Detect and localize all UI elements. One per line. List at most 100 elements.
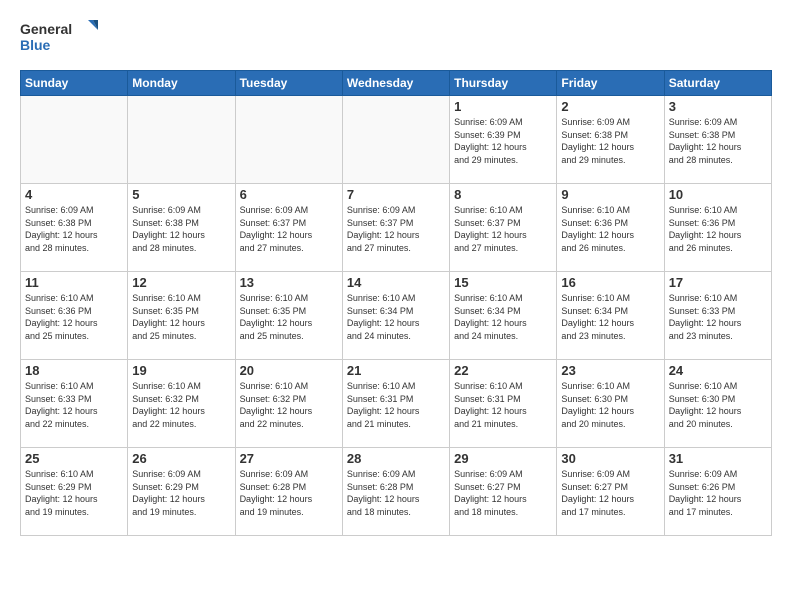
calendar-cell: 4 Sunrise: 6:09 AM Sunset: 6:38 PM Daylig… [21, 184, 128, 272]
calendar-week-row: 4 Sunrise: 6:09 AM Sunset: 6:38 PM Daylig… [21, 184, 772, 272]
calendar-week-row: 25 Sunrise: 6:10 AM Sunset: 6:29 PM Dayli… [21, 448, 772, 536]
calendar-cell: 24Sunrise: 6:10 AM Sunset: 6:30 PM Dayli… [664, 360, 771, 448]
calendar-cell [342, 96, 449, 184]
calendar-cell: 2Sunrise: 6:09 AM Sunset: 6:38 PM Daylig… [557, 96, 664, 184]
day-number: 11 [25, 275, 123, 290]
weekday-header: Monday [128, 71, 235, 96]
day-number: 4 [25, 187, 123, 202]
day-info: Sunrise: 6:10 AM Sunset: 6:31 PM Dayligh… [454, 380, 552, 430]
calendar-cell: 3Sunrise: 6:09 AM Sunset: 6:38 PM Daylig… [664, 96, 771, 184]
day-info: Sunrise: 6:10 AM Sunset: 6:33 PM Dayligh… [25, 380, 123, 430]
day-info: Sunrise: 6:10 AM Sunset: 6:33 PM Dayligh… [669, 292, 767, 342]
calendar-cell: 23 Sunrise: 6:10 AM Sunset: 6:30 PM Dayli… [557, 360, 664, 448]
day-number: 25 [25, 451, 123, 466]
day-number: 23 [561, 363, 659, 378]
day-number: 15 [454, 275, 552, 290]
day-number: 20 [240, 363, 338, 378]
weekday-header: Wednesday [342, 71, 449, 96]
calendar-cell: 9 Sunrise: 6:10 AM Sunset: 6:36 PM Daylig… [557, 184, 664, 272]
day-info: Sunrise: 6:09 AM Sunset: 6:26 PM Dayligh… [669, 468, 767, 518]
day-info: Sunrise: 6:09 AM Sunset: 6:37 PM Dayligh… [347, 204, 445, 254]
day-info: Sunrise: 6:10 AM Sunset: 6:34 PM Dayligh… [561, 292, 659, 342]
calendar-cell: 16 Sunrise: 6:10 AM Sunset: 6:34 PM Dayli… [557, 272, 664, 360]
calendar-cell: 18 Sunrise: 6:10 AM Sunset: 6:33 PM Dayli… [21, 360, 128, 448]
day-info: Sunrise: 6:10 AM Sunset: 6:35 PM Dayligh… [132, 292, 230, 342]
day-info: Sunrise: 6:10 AM Sunset: 6:32 PM Dayligh… [240, 380, 338, 430]
weekday-header: Thursday [450, 71, 557, 96]
weekday-header: Tuesday [235, 71, 342, 96]
calendar-cell: 11 Sunrise: 6:10 AM Sunset: 6:36 PM Dayli… [21, 272, 128, 360]
day-number: 16 [561, 275, 659, 290]
day-info: Sunrise: 6:10 AM Sunset: 6:34 PM Dayligh… [347, 292, 445, 342]
weekday-header: Saturday [664, 71, 771, 96]
day-info: Sunrise: 6:10 AM Sunset: 6:36 PM Dayligh… [25, 292, 123, 342]
day-number: 7 [347, 187, 445, 202]
calendar-cell: 20 Sunrise: 6:10 AM Sunset: 6:32 PM Dayli… [235, 360, 342, 448]
day-number: 13 [240, 275, 338, 290]
day-info: Sunrise: 6:10 AM Sunset: 6:30 PM Dayligh… [669, 380, 767, 430]
calendar-cell: 27Sunrise: 6:09 AM Sunset: 6:28 PM Dayli… [235, 448, 342, 536]
day-number: 21 [347, 363, 445, 378]
calendar-cell: 29Sunrise: 6:09 AM Sunset: 6:27 PM Dayli… [450, 448, 557, 536]
day-info: Sunrise: 6:10 AM Sunset: 6:31 PM Dayligh… [347, 380, 445, 430]
day-info: Sunrise: 6:09 AM Sunset: 6:39 PM Dayligh… [454, 116, 552, 166]
calendar-cell: 31 Sunrise: 6:09 AM Sunset: 6:26 PM Dayli… [664, 448, 771, 536]
day-number: 9 [561, 187, 659, 202]
day-info: Sunrise: 6:10 AM Sunset: 6:30 PM Dayligh… [561, 380, 659, 430]
day-number: 26 [132, 451, 230, 466]
day-info: Sunrise: 6:09 AM Sunset: 6:38 PM Dayligh… [25, 204, 123, 254]
day-info: Sunrise: 6:09 AM Sunset: 6:38 PM Dayligh… [132, 204, 230, 254]
calendar-cell: 17 Sunrise: 6:10 AM Sunset: 6:33 PM Dayli… [664, 272, 771, 360]
day-info: Sunrise: 6:10 AM Sunset: 6:29 PM Dayligh… [25, 468, 123, 518]
calendar-cell [21, 96, 128, 184]
day-info: Sunrise: 6:09 AM Sunset: 6:38 PM Dayligh… [669, 116, 767, 166]
weekday-header-row: SundayMondayTuesdayWednesdayThursdayFrid… [21, 71, 772, 96]
logo: General Blue [20, 16, 100, 60]
day-number: 5 [132, 187, 230, 202]
weekday-header: Friday [557, 71, 664, 96]
calendar-cell: 1 Sunrise: 6:09 AM Sunset: 6:39 PM Daylig… [450, 96, 557, 184]
day-info: Sunrise: 6:09 AM Sunset: 6:38 PM Dayligh… [561, 116, 659, 166]
day-info: Sunrise: 6:10 AM Sunset: 6:36 PM Dayligh… [669, 204, 767, 254]
calendar-cell: 25 Sunrise: 6:10 AM Sunset: 6:29 PM Dayli… [21, 448, 128, 536]
calendar-cell: 13 Sunrise: 6:10 AM Sunset: 6:35 PM Dayli… [235, 272, 342, 360]
calendar-cell: 15 Sunrise: 6:10 AM Sunset: 6:34 PM Dayli… [450, 272, 557, 360]
calendar-cell: 7 Sunrise: 6:09 AM Sunset: 6:37 PM Daylig… [342, 184, 449, 272]
day-number: 28 [347, 451, 445, 466]
svg-text:Blue: Blue [20, 37, 51, 53]
day-number: 17 [669, 275, 767, 290]
calendar-cell: 30Sunrise: 6:09 AM Sunset: 6:27 PM Dayli… [557, 448, 664, 536]
day-info: Sunrise: 6:10 AM Sunset: 6:37 PM Dayligh… [454, 204, 552, 254]
day-info: Sunrise: 6:09 AM Sunset: 6:28 PM Dayligh… [347, 468, 445, 518]
svg-text:General: General [20, 21, 72, 37]
calendar-cell [128, 96, 235, 184]
calendar-cell [235, 96, 342, 184]
header: General Blue [20, 16, 772, 60]
day-info: Sunrise: 6:10 AM Sunset: 6:32 PM Dayligh… [132, 380, 230, 430]
calendar-cell: 28 Sunrise: 6:09 AM Sunset: 6:28 PM Dayli… [342, 448, 449, 536]
calendar-cell: 14Sunrise: 6:10 AM Sunset: 6:34 PM Dayli… [342, 272, 449, 360]
day-info: Sunrise: 6:09 AM Sunset: 6:27 PM Dayligh… [561, 468, 659, 518]
calendar-cell: 22 Sunrise: 6:10 AM Sunset: 6:31 PM Dayli… [450, 360, 557, 448]
day-info: Sunrise: 6:09 AM Sunset: 6:29 PM Dayligh… [132, 468, 230, 518]
calendar-cell: 8 Sunrise: 6:10 AM Sunset: 6:37 PM Daylig… [450, 184, 557, 272]
calendar-cell: 10 Sunrise: 6:10 AM Sunset: 6:36 PM Dayli… [664, 184, 771, 272]
day-number: 8 [454, 187, 552, 202]
day-info: Sunrise: 6:10 AM Sunset: 6:34 PM Dayligh… [454, 292, 552, 342]
calendar-cell: 12Sunrise: 6:10 AM Sunset: 6:35 PM Dayli… [128, 272, 235, 360]
day-info: Sunrise: 6:10 AM Sunset: 6:35 PM Dayligh… [240, 292, 338, 342]
day-number: 27 [240, 451, 338, 466]
calendar-cell: 26 Sunrise: 6:09 AM Sunset: 6:29 PM Dayli… [128, 448, 235, 536]
weekday-header: Sunday [21, 71, 128, 96]
day-info: Sunrise: 6:09 AM Sunset: 6:27 PM Dayligh… [454, 468, 552, 518]
day-number: 22 [454, 363, 552, 378]
day-number: 19 [132, 363, 230, 378]
day-number: 1 [454, 99, 552, 114]
calendar-cell: 21 Sunrise: 6:10 AM Sunset: 6:31 PM Dayli… [342, 360, 449, 448]
calendar-week-row: 11 Sunrise: 6:10 AM Sunset: 6:36 PM Dayli… [21, 272, 772, 360]
day-number: 10 [669, 187, 767, 202]
day-number: 18 [25, 363, 123, 378]
day-number: 31 [669, 451, 767, 466]
day-info: Sunrise: 6:10 AM Sunset: 6:36 PM Dayligh… [561, 204, 659, 254]
calendar-cell: 19 Sunrise: 6:10 AM Sunset: 6:32 PM Dayli… [128, 360, 235, 448]
